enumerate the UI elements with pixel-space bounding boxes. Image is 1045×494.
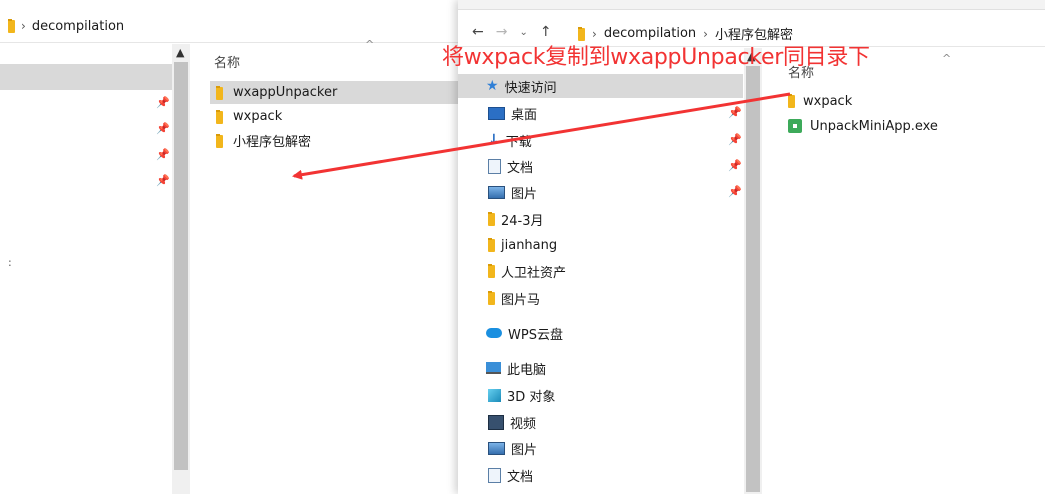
file-row[interactable]: wxappUnpacker [210,81,460,104]
nav-item-label: jianhang [501,237,558,253]
folder-icon [8,19,15,33]
pin-icon[interactable]: 📌 [156,148,170,161]
pin-icon[interactable]: 📌 [728,106,742,119]
file-row[interactable]: wxpack [788,90,852,112]
pin-icon[interactable]: 📌 [156,174,170,187]
file-row[interactable]: wxpack [210,105,460,128]
left-nav-scrollbar[interactable]: ▲ [172,44,190,494]
folder-icon [488,212,495,226]
folder-icon [216,133,223,148]
nav-item-label: 文档 [507,469,534,485]
nav-item-quick-access[interactable]: ★ 快速访问 [486,74,557,98]
file-name: wxpack [233,109,283,124]
nav-item-folder[interactable]: 图片马 [488,286,540,310]
nav-item-label: 下载 [505,134,532,150]
nav-item-pictures[interactable]: 图片 [488,436,537,460]
nav-item-label: WPS云盘 [508,327,563,343]
pin-icon[interactable]: 📌 [728,133,742,146]
nav-item-label: 桌面 [511,107,538,123]
folder-icon [488,291,495,305]
desktop-icon [488,106,505,120]
column-header-name[interactable]: 名称 [214,52,240,71]
download-icon: ↓ [488,132,500,148]
sort-caret-icon: ^ [942,52,952,65]
left-explorer-window: › decompilation 📌 📌 📌 📌 : ▲ ^ 名称 wxappUn… [0,0,460,494]
pictures-icon [488,441,505,455]
file-row[interactable]: UnpackMiniApp.exe [788,115,938,137]
nav-selected-item[interactable] [0,64,172,90]
3d-objects-icon [488,388,501,402]
back-arrow-icon[interactable]: ← [472,24,484,40]
nav-fragment-text: : [8,256,12,269]
right-navigation-pane: ★ 快速访问 桌面 📌 ↓ 下载 📌 文档 📌 图片 📌 24-3月 jianh… [458,48,743,494]
nav-item-wps-cloud[interactable]: WPS云盘 [486,321,563,345]
nav-item-downloads[interactable]: ↓ 下载 [488,128,532,152]
videos-icon [488,414,504,430]
folder-icon [788,94,795,108]
nav-item-pictures[interactable]: 图片 [488,180,537,204]
file-name: wxappUnpacker [233,85,338,100]
right-nav-scrollbar[interactable]: ▲ [744,48,762,494]
chevron-right-icon: › [21,19,26,33]
nav-item-videos[interactable]: 视频 [488,410,536,434]
nav-item-label: 3D 对象 [507,389,556,405]
nav-item-documents[interactable]: 文档 [488,154,533,178]
forward-arrow-icon[interactable]: → [496,24,508,40]
nav-item-label: 此电脑 [507,362,547,378]
scrollbar-thumb[interactable] [174,62,188,470]
navigation-buttons: ← → ⌄ ↑ [472,24,552,40]
pc-icon [486,362,501,374]
breadcrumb-segment[interactable]: decompilation [32,19,124,34]
recent-dropdown-icon[interactable]: ⌄ [519,27,527,38]
left-navigation-pane: 📌 📌 📌 📌 : [0,44,172,494]
pin-icon[interactable]: 📌 [156,122,170,135]
nav-item-label: 视频 [510,416,537,432]
annotation-text: 将wxpack复制到wxappUnpacker同目录下 [442,45,870,70]
file-name: 小程序包解密 [233,135,312,150]
nav-item-label: 24-3月 [501,213,544,229]
up-arrow-icon[interactable]: ↑ [540,24,552,40]
nav-item-folder[interactable]: 人卫社资产 [488,259,566,283]
nav-item-label: 图片马 [501,292,541,308]
documents-icon [488,467,501,483]
exe-icon [788,119,802,133]
nav-item-this-pc[interactable]: 此电脑 [486,356,546,380]
pictures-icon [488,185,505,199]
folder-icon [216,85,223,100]
divider [0,42,460,43]
file-name: wxpack [803,93,853,109]
folder-icon [216,109,223,124]
nav-item-3d-objects[interactable]: 3D 对象 [488,383,555,407]
nav-item-desktop[interactable]: 桌面 [488,101,537,125]
cloud-icon [486,328,502,338]
file-name: UnpackMiniApp.exe [810,118,938,134]
nav-item-folder[interactable]: 24-3月 [488,207,544,231]
nav-item-label: 人卫社资产 [501,265,567,281]
nav-item-label: 图片 [511,186,538,202]
file-row[interactable]: 小程序包解密 [210,129,460,152]
nav-item-documents[interactable]: 文档 [488,463,533,487]
pin-icon[interactable]: 📌 [728,185,742,198]
nav-item-label: 快速访问 [504,80,557,96]
sort-caret-icon: ^ [365,38,375,51]
nav-item-label: 图片 [511,442,538,458]
pin-icon[interactable]: 📌 [728,159,742,172]
scroll-up-icon[interactable]: ▲ [176,46,184,59]
nav-item-label: 文档 [507,160,534,176]
pin-icon[interactable]: 📌 [156,96,170,109]
folder-icon [488,264,495,278]
left-breadcrumb[interactable]: › decompilation [8,16,124,36]
ribbon-bar [458,0,1045,10]
right-explorer-window: ← → ⌄ ↑ › decompilation › 小程序包解密 ★ 快速访问 … [458,0,1045,494]
nav-item-folder[interactable]: jianhang [488,233,557,257]
documents-icon [488,158,501,174]
scrollbar-thumb[interactable] [746,66,760,492]
star-icon: ★ [486,78,499,94]
folder-icon [488,238,495,252]
